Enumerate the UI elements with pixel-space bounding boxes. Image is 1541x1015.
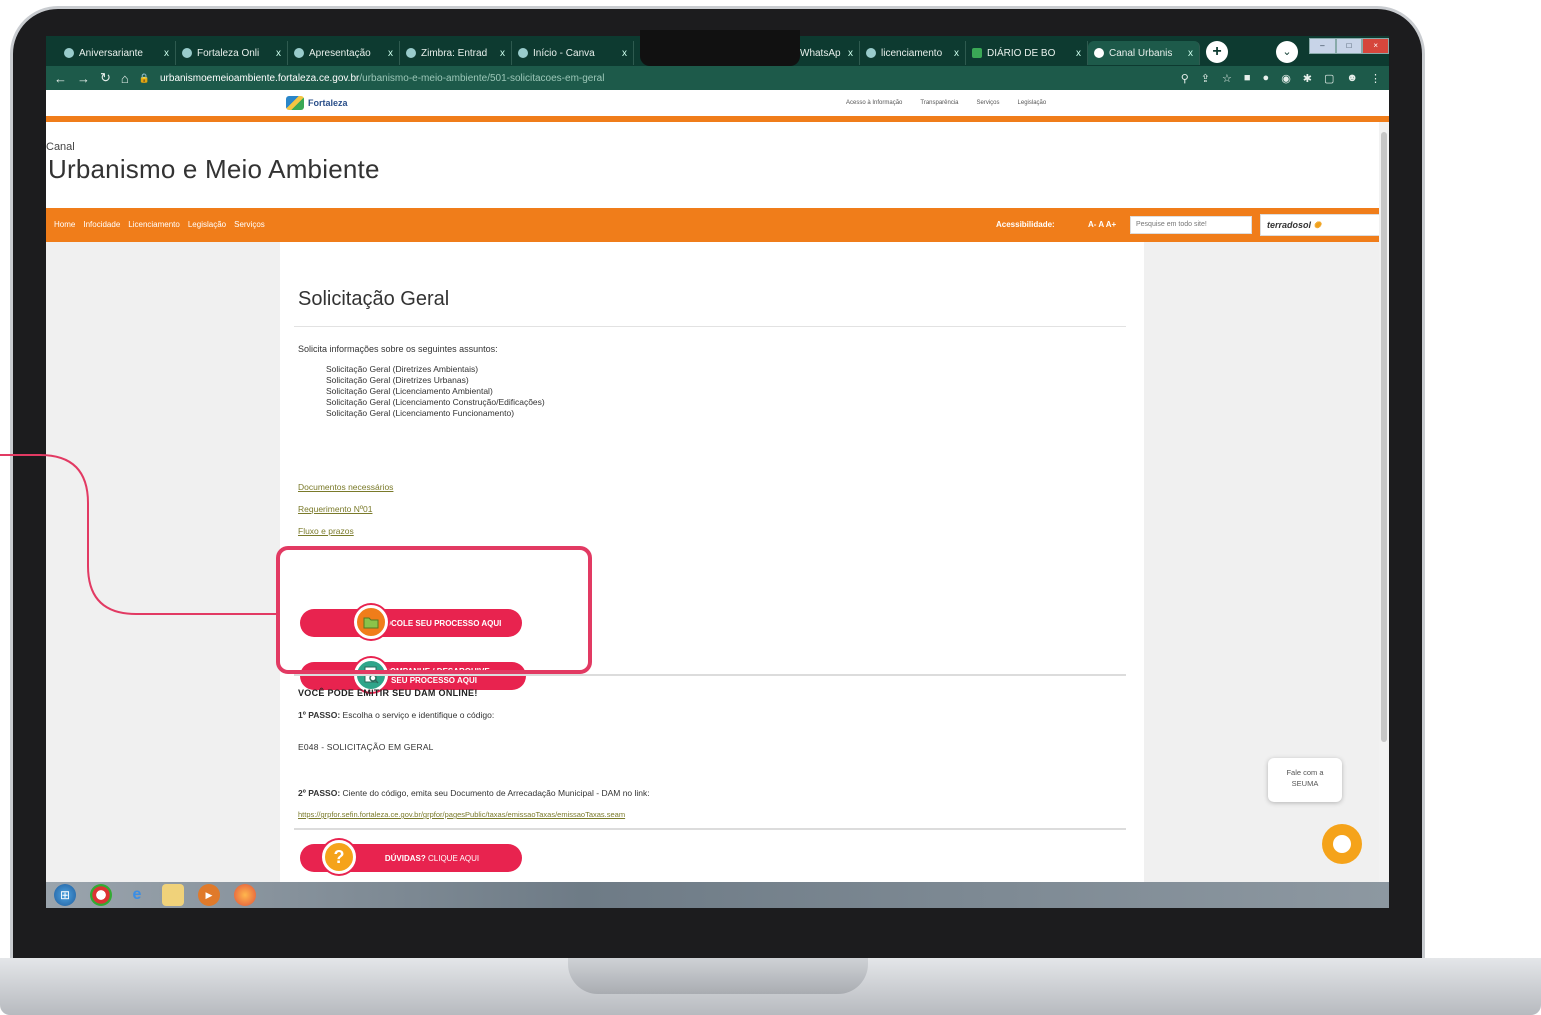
- callout-connector-line: [0, 454, 278, 615]
- laptop-mockup: Aniversariante x Fortaleza Onli x Aprese…: [0, 0, 1541, 1015]
